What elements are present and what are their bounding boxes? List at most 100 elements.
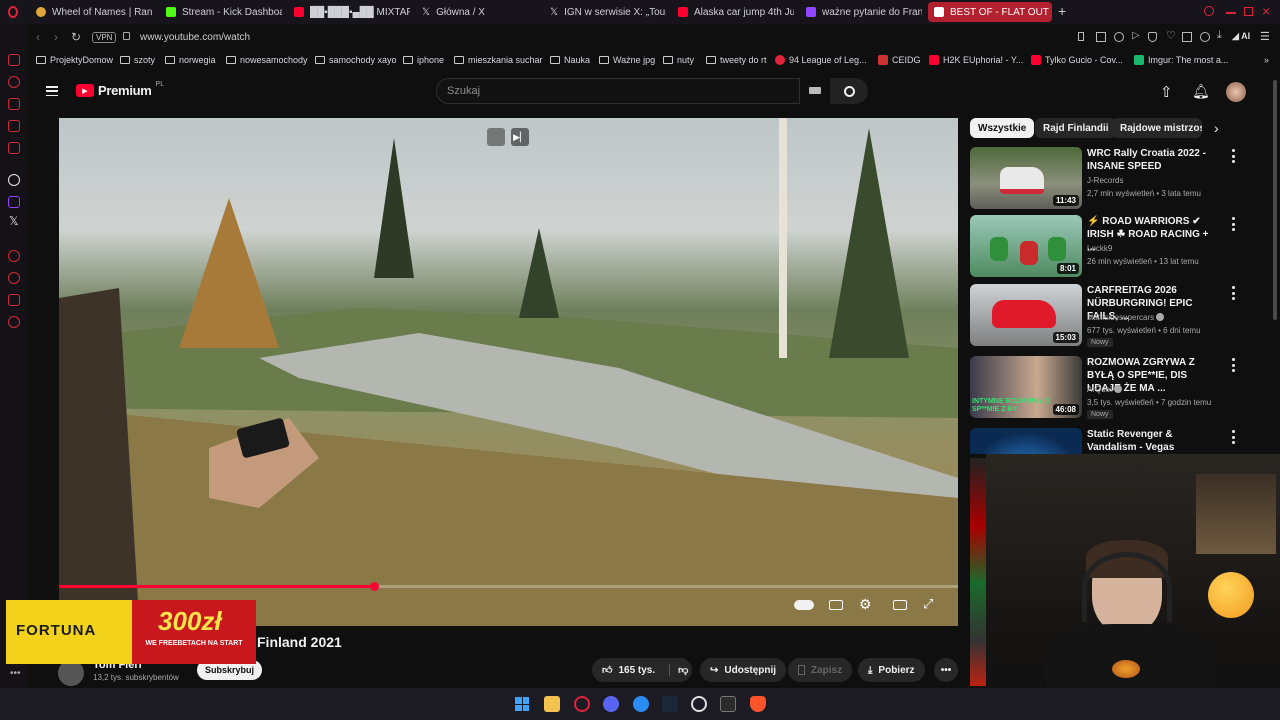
recommendation-item[interactable]: 8:01 ⚡ ROAD WARRIORS ✔ IRISH ☘ ROAD RACI… (970, 215, 1270, 277)
chip-all[interactable]: Wszystkie (970, 118, 1035, 138)
messenger-taskbar-icon[interactable] (633, 696, 649, 712)
dislike-button[interactable]: 👎︎ (669, 664, 688, 676)
search-input[interactable]: Szukaj (436, 78, 800, 104)
tab-mixtape[interactable]: ██▪███▪▄██ MIXTAPE (288, 2, 410, 22)
recommendation-channel[interactable]: statesidesupercars (1087, 313, 1165, 322)
keyboard-icon[interactable] (809, 87, 821, 94)
forward-icon[interactable]: › (54, 30, 58, 44)
recommendation-channel[interactable]: J-Records (1087, 176, 1123, 185)
page-scrollbar[interactable] (1273, 80, 1277, 320)
windows-start-icon[interactable] (515, 697, 529, 711)
more-actions-button[interactable]: ••• (934, 658, 958, 682)
video-thumbnail[interactable] (970, 428, 1082, 454)
recommendation-item[interactable]: Static Revenger & Vandalism - Vegas (Sla… (970, 428, 1270, 454)
video-thumbnail[interactable]: INTYMNE ROZMOWY O SP**MIE Z BY 46:08 (970, 356, 1082, 418)
upload-icon[interactable]: ⇧ (1160, 83, 1173, 101)
recommendation-channel[interactable]: Lockk9 (1087, 244, 1112, 253)
chatgpt-icon[interactable] (8, 174, 20, 186)
aria-ai-button[interactable]: ◢ AI (1232, 31, 1250, 42)
tab-kick-dashboard[interactable]: Stream - Kick Dashboard (160, 2, 282, 22)
bookmark-imgur[interactable]: Imgur: The most a... (1134, 52, 1228, 68)
more-options-icon[interactable] (1228, 286, 1238, 300)
fortuna-ad-overlay[interactable]: FORTUNA 300zł WE FREEBETACH NA START (6, 600, 256, 664)
twitch-icon[interactable] (8, 196, 20, 208)
shield-icon[interactable] (1148, 32, 1157, 42)
vpn-badge[interactable]: VPN (92, 32, 117, 43)
bookmark-h2k-euphoria[interactable]: H2K EUphoria! - Y... (929, 52, 1023, 68)
player-icon[interactable]: ▷ (1132, 30, 1140, 41)
youtube-premium-logo[interactable]: ▶ Premium PL (76, 81, 164, 98)
chips-next-icon[interactable]: › (1214, 120, 1219, 136)
autoplay-toggle[interactable] (794, 600, 814, 610)
video-thumbnail[interactable]: 15:03 (970, 284, 1082, 346)
reload-icon[interactable] (8, 76, 20, 88)
adblock-icon[interactable] (1114, 32, 1124, 42)
download-button[interactable]: ⤓ Pobierz (858, 658, 925, 682)
recommendation-channel[interactable]: ArQuel (1087, 385, 1123, 394)
tab-x-home[interactable]: 𝕏 Główna / X (416, 2, 542, 22)
close-window-icon[interactable]: × (1262, 3, 1270, 19)
hamburger-menu-icon[interactable] (46, 86, 58, 96)
chip-rajd-finlandii[interactable]: Rajd Finlandii (1035, 118, 1117, 138)
bookmark-projektydomow[interactable]: ProjektyDomow (36, 52, 113, 68)
music-icon[interactable] (8, 250, 20, 262)
file-explorer-icon[interactable] (544, 696, 560, 712)
settings-gear-icon[interactable]: ⚙ (859, 596, 872, 613)
reload-page-icon[interactable]: ↻ (71, 30, 81, 44)
share-button[interactable]: ↪ Udostępnij (700, 658, 787, 682)
gmail-icon[interactable] (8, 142, 20, 154)
bookmark-page-icon[interactable] (1078, 32, 1084, 41)
more-options-icon[interactable] (1228, 149, 1238, 163)
progress-scrubber[interactable] (369, 582, 379, 591)
sidebar-more-icon[interactable]: ••• (10, 668, 21, 679)
chip-rajdowe-mistrzostwa[interactable]: Rajdowe mistrzostw (1112, 118, 1202, 138)
new-tab-button[interactable]: + (1058, 4, 1066, 18)
bookmark-tylko-gucio[interactable]: Tylko Gucio - Cov... (1031, 52, 1123, 68)
snapshot-icon[interactable] (1096, 32, 1106, 42)
x-icon[interactable]: 𝕏 (9, 214, 19, 228)
bookmark-iphone[interactable]: iphone (403, 52, 444, 68)
settings-icon[interactable] (8, 316, 20, 328)
recommendation-item[interactable]: INTYMNE ROZMOWY O SP**MIE Z BY 46:08 ROZ… (970, 356, 1270, 419)
tab-twitch-pytanie[interactable]: ważne pytanie do Frania (800, 2, 922, 22)
notifications-bell-icon[interactable]: 🔔︎ (1192, 83, 1210, 100)
home-icon[interactable] (8, 54, 20, 66)
messenger-icon[interactable] (8, 120, 20, 132)
bookmark-nowesamochody[interactable]: nowesamochody (226, 52, 308, 68)
recommendation-title[interactable]: WRC Rally Croatia 2022 - INSANE SPEED (1087, 147, 1217, 173)
obs-icon[interactable] (691, 696, 707, 712)
bookmark-ceidg[interactable]: CEIDG (878, 52, 921, 68)
opera-taskbar-icon[interactable] (574, 696, 590, 712)
maximize-window-icon[interactable] (1244, 7, 1253, 16)
tab-best-of-flat-out[interactable]: BEST OF - FLAT OUT × (928, 2, 1052, 22)
bookmark-norwegia[interactable]: norwegia (165, 52, 216, 68)
bookmark-nuty[interactable]: nuty (663, 52, 694, 68)
history-icon[interactable] (8, 272, 20, 284)
steam-icon[interactable] (662, 696, 678, 712)
tab-wheel-of-names[interactable]: Wheel of Names | Random (30, 2, 152, 22)
skip-next-icon[interactable]: ▶▏ (511, 128, 529, 146)
progress-bar[interactable] (59, 582, 958, 591)
theater-mode-icon[interactable] (893, 600, 907, 610)
url-text[interactable]: www.youtube.com/watch (140, 32, 250, 43)
avatar[interactable] (1226, 82, 1246, 102)
bookmarks-overflow-icon[interactable]: » (1264, 52, 1269, 68)
video-thumbnail[interactable]: 8:01 (970, 215, 1082, 277)
bookmark-szoty[interactable]: szoty (120, 52, 155, 68)
menu-icon[interactable]: ☰ (1260, 30, 1270, 43)
bookmark-nauka[interactable]: Nauka (550, 52, 590, 68)
brave-icon[interactable] (750, 696, 766, 712)
wallet-icon[interactable] (8, 98, 20, 110)
profile-icon[interactable] (1200, 32, 1210, 42)
subtitles-icon[interactable] (829, 600, 843, 610)
minimize-window-icon[interactable] (1226, 12, 1236, 14)
like-button[interactable]: 👍︎ 165 tys. (592, 664, 663, 677)
tab-alaska-car-jump[interactable]: Alaska car jump 4th July, (672, 2, 794, 22)
save-button[interactable]: Zapisz (788, 658, 853, 682)
pinboard-icon[interactable] (8, 294, 20, 306)
recommendation-item[interactable]: 11:43 WRC Rally Croatia 2022 - INSANE SP… (970, 147, 1270, 209)
recommendation-item[interactable]: 15:03 CARFREITAG 2026 NÜRBURGRING! EPIC … (970, 284, 1270, 347)
bookmark-samochody-xayo[interactable]: samochody xayo (315, 52, 397, 68)
opera-logo-icon[interactable] (8, 6, 18, 18)
search-tabs-icon[interactable] (1204, 6, 1214, 16)
